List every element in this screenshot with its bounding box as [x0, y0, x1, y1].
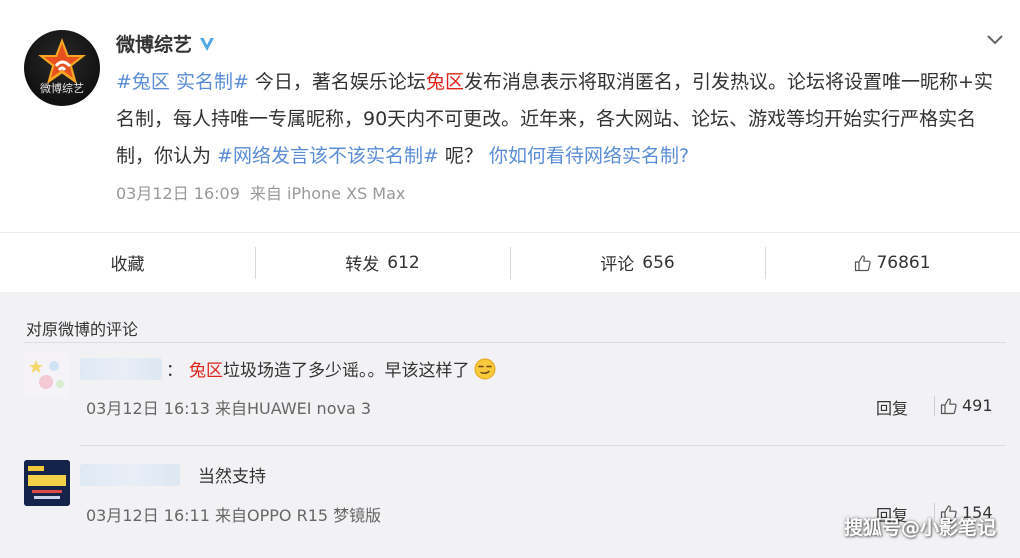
action-bar: 收藏 转发 612 评论 656 76861	[0, 232, 1020, 292]
post-source: 来自 iPhone XS Max	[249, 184, 406, 203]
repost-count: 612	[387, 252, 420, 273]
post-text-segment: 今日，著名娱乐论坛	[248, 71, 426, 93]
author: 微博综艺	[116, 30, 216, 57]
comment-label: 评论	[600, 255, 635, 275]
comment-text: ： 兔区垃圾场造了多少谣。。早该这样了	[166, 358, 496, 382]
post-text-segment: 呢？	[438, 145, 489, 167]
divider	[80, 445, 1006, 446]
like-button[interactable]: 76861	[765, 233, 1020, 293]
verified-badge-icon	[200, 37, 215, 51]
comments-section: 对原微博的评论 ： 兔区垃圾场造了多少谣。。早该这样了 03月12日 16:13 …	[0, 292, 1020, 558]
topic-link[interactable]: #网络发言该不该实名制#	[217, 145, 439, 167]
commenter-avatar[interactable]	[24, 352, 70, 398]
favorite-label: 收藏	[110, 255, 145, 275]
avatar-logo-text: 微博综艺	[40, 82, 84, 95]
post-meta: 03月12日 16:09 来自 iPhone XS Max	[116, 180, 405, 204]
comment-meta: 03月12日 16:11 来自OPPO R15 梦镜版	[86, 506, 382, 525]
thumbs-up-icon	[940, 397, 957, 414]
like-count: 76861	[876, 252, 931, 273]
post-time[interactable]: 03月12日 16:09	[116, 184, 240, 203]
watermark: 搜狐号@小影笔记	[843, 517, 996, 539]
divider	[24, 342, 1006, 343]
repost-button[interactable]: 转发 612	[255, 233, 510, 293]
divider	[934, 396, 935, 416]
smirk-emoji-icon	[474, 358, 495, 380]
comment-body: 当然支持	[198, 467, 266, 487]
comment-like-button[interactable]: 491	[940, 396, 993, 415]
author-avatar[interactable]: 微博综艺	[24, 30, 100, 106]
avatar-image	[24, 460, 70, 506]
comment-count: 656	[642, 252, 675, 273]
question-link[interactable]: 你如何看待网络实名制?	[489, 145, 689, 167]
highlight-keyword: 兔区	[189, 361, 223, 381]
blurred-username[interactable]	[80, 464, 180, 486]
comment-meta: 03月12日 16:13 来自HUAWEI nova 3	[86, 399, 372, 418]
author-name[interactable]: 微博综艺	[116, 30, 192, 57]
repost-label: 转发	[345, 255, 380, 275]
comment-body: 垃圾场造了多少谣。。早该这样了	[223, 361, 470, 381]
comment-like-count: 491	[962, 396, 993, 415]
avatar-image	[24, 352, 70, 398]
comment-button[interactable]: 评论 656	[510, 233, 765, 293]
comment-text: 当然支持	[198, 466, 266, 488]
post-text: #兔区 实名制# 今日，著名娱乐论坛兔区发布消息表示将取消匿名，引发热议。论坛将…	[116, 64, 1006, 175]
blurred-username[interactable]	[80, 358, 162, 380]
comments-title: 对原微博的评论	[26, 320, 139, 339]
highlight-keyword: 兔区	[425, 71, 464, 93]
commenter-avatar[interactable]	[24, 460, 70, 506]
topic-link[interactable]: #兔区 实名制#	[116, 71, 249, 93]
chevron-down-icon[interactable]	[986, 34, 1004, 46]
weibo-post: 微博综艺 微博综艺 #兔区 实名制# 今日，著名娱乐论坛兔区发布消息表示将取消匿…	[0, 0, 1020, 232]
reply-button[interactable]: 回复	[876, 395, 908, 419]
comment-prefix: ：	[166, 361, 183, 381]
favorite-button[interactable]: 收藏	[0, 233, 255, 293]
thumbs-up-icon	[855, 254, 872, 271]
